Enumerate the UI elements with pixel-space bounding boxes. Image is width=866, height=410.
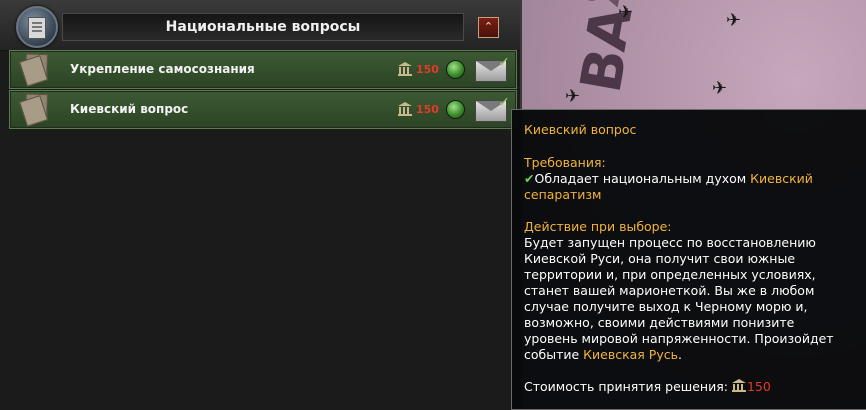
decision-document-icon xyxy=(14,91,51,127)
panel-header: Национальные вопросы ⌃ xyxy=(0,0,520,51)
decisions-category-icon xyxy=(16,6,58,48)
effect-text: событие xyxy=(524,347,584,362)
cost-line: Стоимость принятия решения: 150 xyxy=(524,379,854,395)
effect-line: возможно, своими действиями понизите xyxy=(524,315,795,330)
cost-value: 150 xyxy=(746,379,771,394)
status-indicator-icon xyxy=(446,100,465,119)
political-power-icon xyxy=(398,62,412,76)
checkmark-icon: ✓ xyxy=(498,55,510,71)
tooltip-title: Киевский вопрос xyxy=(524,122,637,137)
requirement-met-icon: ✔ xyxy=(524,171,535,186)
effect-line: территории и, при определенных условиях, xyxy=(524,267,816,282)
effect-line: станет вашей марионеткой. Вы же в любом xyxy=(524,283,815,298)
decision-cost: 150 xyxy=(416,103,439,116)
decision-tooltip: Киевский вопрос Требования: ✔Обладает на… xyxy=(511,109,866,410)
political-power-icon xyxy=(731,379,746,392)
decisions-panel: Национальные вопросы ⌃ Укрепление самосо… xyxy=(0,0,522,410)
decision-document-icon xyxy=(14,51,51,87)
collapse-button[interactable]: ⌃ xyxy=(478,17,499,38)
airplane-icon[interactable]: ✈ xyxy=(618,4,633,22)
national-spirit-link-cont: сепаратизм xyxy=(524,187,602,202)
effect-line: случае получите выход к Черному морю и, xyxy=(524,299,808,314)
political-power-icon xyxy=(398,102,412,116)
requirements-header: Требования: xyxy=(524,155,606,170)
airplane-icon[interactable]: ✈ xyxy=(726,12,741,30)
decision-label: Укрепление самосознания xyxy=(70,62,255,76)
effect-header: Действие при выборе: xyxy=(524,219,672,234)
status-indicator-icon xyxy=(446,60,465,79)
requirement-line: ✔Обладает национальным духом Киевский xyxy=(524,171,854,187)
effect-text: . xyxy=(677,347,682,362)
effect-line: Будет запущен процесс по восстановлению xyxy=(524,235,816,250)
send-decision-button[interactable]: ✓ xyxy=(475,95,510,122)
decision-row-ukreplenie[interactable]: Укрепление самосознания 150 ✓ xyxy=(9,50,517,89)
cost-label: Стоимость принятия решения: xyxy=(524,379,732,394)
national-spirit-link: Киевский xyxy=(750,171,813,186)
effect-line: событие Киевская Русь. xyxy=(524,347,854,363)
requirement-text: Обладает национальным духом xyxy=(534,171,751,186)
decision-label: Киевский вопрос xyxy=(70,102,189,116)
effect-line: уровень мировой напряженности. Произойде… xyxy=(524,331,834,346)
airplane-icon[interactable]: ✈ xyxy=(565,88,580,106)
panel-title: Национальные вопросы xyxy=(62,13,464,41)
event-link: Киевская Русь xyxy=(583,347,678,362)
effect-line: Киевской Руси, она получит свои южные xyxy=(524,251,796,266)
checkmark-icon: ✓ xyxy=(498,95,510,111)
decision-cost: 150 xyxy=(416,63,439,76)
send-decision-button[interactable]: ✓ xyxy=(475,55,510,82)
airplane-icon[interactable]: ✈ xyxy=(712,80,727,98)
decision-row-kievskiy[interactable]: Киевский вопрос 150 ✓ xyxy=(9,90,517,129)
